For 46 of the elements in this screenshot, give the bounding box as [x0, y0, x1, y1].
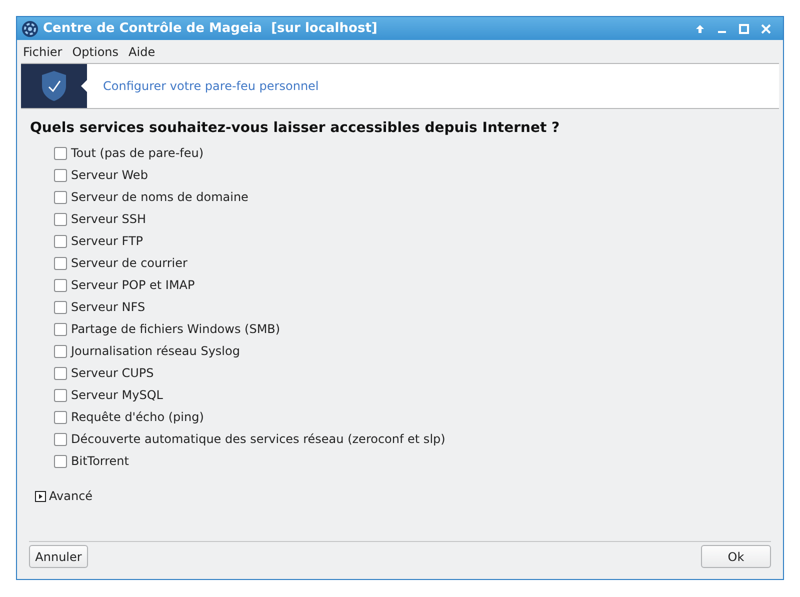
- menu-item[interactable]: Aide: [128, 43, 156, 61]
- checkbox-label[interactable]: Serveur Web: [71, 166, 148, 184]
- checkbox-label[interactable]: BitTorrent: [71, 452, 129, 470]
- checkbox[interactable]: [54, 322, 67, 336]
- banner-title: Configurer votre pare-feu personnel: [103, 78, 319, 95]
- checkbox[interactable]: [54, 454, 67, 468]
- menu-item[interactable]: Options: [72, 43, 119, 61]
- checkbox[interactable]: [54, 146, 67, 160]
- checkbox-label[interactable]: Serveur de courrier: [71, 254, 188, 272]
- close-icon[interactable]: [761, 24, 771, 34]
- checkbox-label[interactable]: Serveur NFS: [71, 298, 146, 316]
- checkbox[interactable]: [54, 300, 67, 314]
- maximize-icon[interactable]: [739, 24, 749, 34]
- keep-above-icon[interactable]: [695, 24, 705, 34]
- checkbox[interactable]: [54, 190, 67, 204]
- menu-item[interactable]: Fichier: [23, 43, 62, 61]
- checkbox-label[interactable]: Serveur POP et IMAP: [71, 276, 195, 294]
- ok-button[interactable]: Ok: [701, 545, 771, 568]
- checkbox-label[interactable]: Serveur SSH: [71, 210, 146, 228]
- checkbox[interactable]: [54, 432, 67, 446]
- shield-icon: [41, 70, 67, 102]
- window-title: Centre de Contrôle de Mageia [sur localhost]: [43, 20, 378, 38]
- checkbox[interactable]: [54, 256, 67, 270]
- checkbox[interactable]: [54, 234, 67, 248]
- checkbox-label[interactable]: Partage de fichiers Windows (SMB): [71, 320, 280, 338]
- checkbox[interactable]: [54, 366, 67, 380]
- checkbox[interactable]: [54, 212, 67, 226]
- checkbox-label[interactable]: Requête d'écho (ping): [71, 408, 204, 426]
- checkbox-label[interactable]: Serveur de noms de domaine: [71, 188, 248, 206]
- checkbox-label[interactable]: Serveur CUPS: [71, 364, 154, 382]
- question-heading: Quels services souhaitez-vous laisser accessibles depuis Internet ?: [30, 119, 561, 138]
- checkbox-label[interactable]: Journalisation réseau Syslog: [71, 342, 240, 360]
- checkbox[interactable]: [54, 410, 67, 424]
- checkbox-label[interactable]: Découverte automatique des services réseau (zeroconf et slp): [71, 430, 446, 448]
- gear-icon: [21, 20, 39, 38]
- expand-icon[interactable]: [35, 490, 46, 502]
- pointer-notch: [81, 80, 87, 92]
- checkbox-label[interactable]: Serveur FTP: [71, 232, 144, 250]
- advanced-toggle[interactable]: Avancé: [49, 487, 93, 505]
- checkbox-label[interactable]: Serveur MySQL: [71, 386, 163, 404]
- checkbox[interactable]: [54, 344, 67, 358]
- checkbox-label[interactable]: Tout (pas de pare-feu): [71, 144, 204, 162]
- checkbox[interactable]: [54, 388, 67, 402]
- cancel-button[interactable]: Annuler: [29, 545, 88, 568]
- checkbox[interactable]: [54, 278, 67, 292]
- checkbox[interactable]: [54, 168, 67, 182]
